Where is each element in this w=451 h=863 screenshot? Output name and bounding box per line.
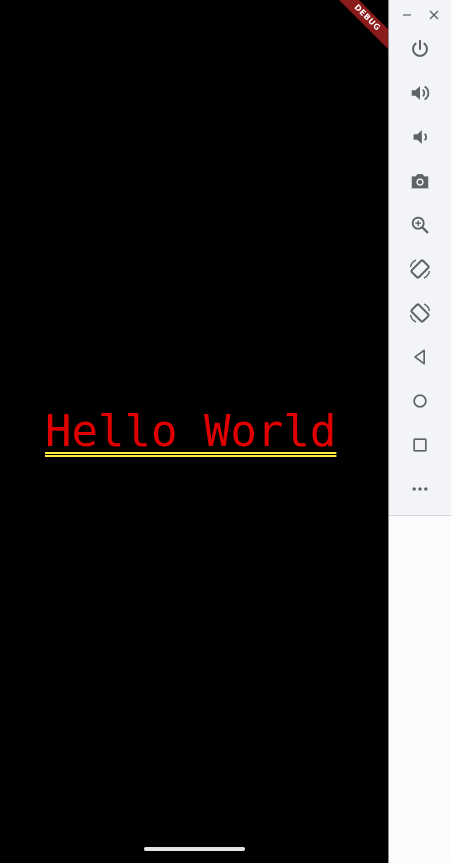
zoom-in-icon <box>411 216 429 234</box>
emulator-window: DEBUG Hello World <box>0 0 451 863</box>
overview-button[interactable] <box>405 430 435 460</box>
power-button[interactable] <box>405 34 435 64</box>
back-button[interactable] <box>405 342 435 372</box>
more-icon <box>412 487 428 491</box>
home-icon <box>413 394 427 408</box>
gesture-home-bar[interactable] <box>144 847 245 851</box>
hello-world-text: Hello World <box>45 406 337 457</box>
debug-banner: DEBUG <box>328 0 388 60</box>
home-button[interactable] <box>405 386 435 416</box>
device-screen[interactable]: DEBUG Hello World <box>0 0 388 863</box>
camera-icon <box>411 174 429 189</box>
close-icon <box>429 10 439 20</box>
back-icon <box>414 349 425 365</box>
rotate-right-icon <box>409 303 431 323</box>
power-icon <box>412 39 428 57</box>
debug-banner-label: DEBUG <box>332 0 388 53</box>
rotate-left-icon <box>409 259 431 279</box>
zoom-button[interactable] <box>405 210 435 240</box>
volume-down-button[interactable] <box>405 122 435 152</box>
overview-icon <box>413 438 427 452</box>
minimize-icon <box>403 14 411 16</box>
volume-up-icon <box>411 85 430 101</box>
screenshot-button[interactable] <box>405 166 435 196</box>
volume-up-button[interactable] <box>405 78 435 108</box>
more-button[interactable] <box>405 474 435 504</box>
minimize-button[interactable] <box>396 5 418 25</box>
close-button[interactable] <box>423 5 445 25</box>
rotate-right-button[interactable] <box>405 298 435 328</box>
rotate-left-button[interactable] <box>405 254 435 284</box>
emulator-control-panel <box>389 0 451 516</box>
volume-down-icon <box>413 130 427 144</box>
